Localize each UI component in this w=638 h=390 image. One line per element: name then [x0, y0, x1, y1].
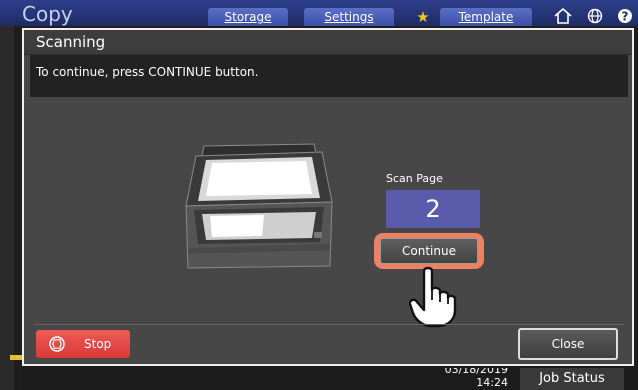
continue-highlight: Continue: [374, 233, 484, 269]
background-panel: [0, 26, 14, 390]
top-bar: Copy Storage Settings ★ Template ?: [0, 0, 638, 26]
pointer-hand-icon: [408, 266, 457, 328]
star-icon[interactable]: ★: [410, 8, 436, 26]
app-title: Copy: [22, 2, 73, 26]
tab-storage[interactable]: Storage: [208, 8, 288, 26]
stop-label: Stop: [84, 337, 112, 351]
message-text: To continue, press CONTINUE button.: [36, 65, 259, 79]
dialog-title: Scanning: [36, 33, 106, 51]
tab-settings[interactable]: Settings: [304, 8, 394, 26]
date-text: 03/18/2019: [444, 368, 508, 375]
svg-text:?: ?: [622, 10, 629, 24]
stop-button[interactable]: Stop: [36, 330, 130, 358]
scan-page-label: Scan Page: [386, 172, 443, 185]
help-icon[interactable]: ?: [612, 8, 638, 26]
scanning-dialog: Scanning To continue, press CONTINUE but…: [22, 28, 634, 366]
globe-icon[interactable]: [582, 8, 608, 26]
date-time: 03/18/2019 14:24: [444, 368, 508, 388]
tab-template[interactable]: Template: [440, 8, 532, 26]
dialog-title-bar: Scanning: [24, 30, 632, 55]
home-icon[interactable]: [550, 7, 576, 26]
scanner-illustration: [185, 143, 333, 269]
scan-page-count: 2: [386, 190, 480, 228]
job-status-button[interactable]: Job Status: [520, 368, 624, 390]
time-text: 14:24: [476, 376, 508, 389]
message-bar: To continue, press CONTINUE button.: [30, 55, 628, 97]
dialog-divider: [34, 324, 624, 325]
close-button[interactable]: Close: [518, 328, 618, 360]
stop-icon: [49, 336, 65, 352]
continue-button[interactable]: Continue: [380, 238, 478, 264]
